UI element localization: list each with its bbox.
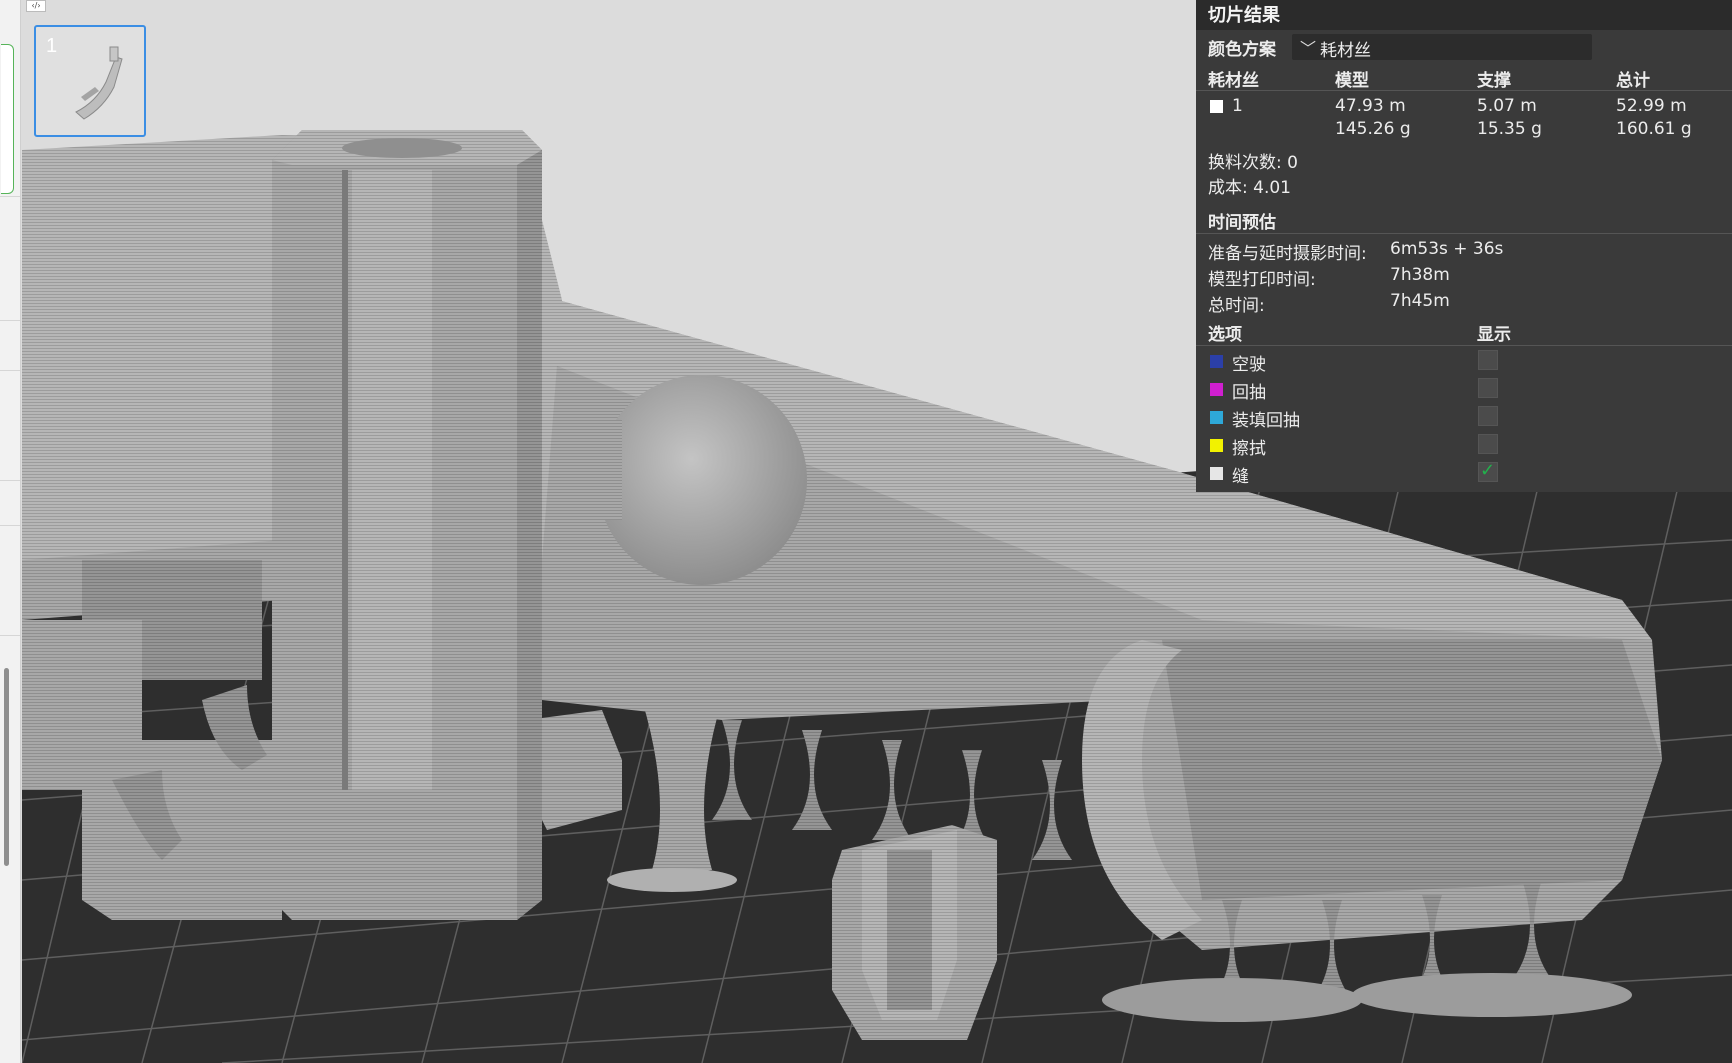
header-total: 总计 [1616, 71, 1650, 91]
deretraction-color-swatch [1210, 411, 1223, 424]
option-retraction-label: 回抽 [1232, 383, 1266, 403]
total-time-value: 7h45m [1390, 291, 1450, 311]
slice-result-title: 切片结果 [1208, 5, 1280, 26]
total-weight: 160.61 g [1616, 119, 1692, 139]
color-scheme-value: 耗材丝 [1320, 41, 1371, 61]
option-wipe-label: 擦拭 [1232, 439, 1266, 459]
wipe-color-swatch [1210, 439, 1223, 452]
header-model: 模型 [1335, 71, 1369, 91]
total-length: 52.99 m [1616, 96, 1687, 116]
cost: 成本: 4.01 [1208, 178, 1291, 198]
retraction-color-swatch [1210, 383, 1223, 396]
model-weight: 145.26 g [1335, 119, 1411, 139]
options-divider [1196, 345, 1732, 346]
support-weight: 15.35 g [1477, 119, 1542, 139]
prep-time-label: 准备与延时摄影时间: [1208, 244, 1367, 264]
plate-thumbnail-preview [75, 46, 123, 120]
panel-collapse-toggle[interactable]: ‹/› [26, 0, 46, 12]
sidebar-active-tab[interactable] [1, 44, 14, 194]
option-wipe-checkbox[interactable] [1478, 434, 1498, 454]
total-time-label: 总时间: [1208, 296, 1265, 316]
option-travel-label: 空驶 [1232, 355, 1266, 375]
sidebar-divider [0, 525, 20, 526]
time-divider [1196, 233, 1732, 234]
sidebar-divider [0, 196, 20, 197]
tall-tower-part [272, 130, 542, 920]
option-deretraction-label: 装填回抽 [1232, 411, 1300, 431]
header-filament: 耗材丝 [1208, 71, 1259, 91]
prep-time-value: 6m53s + 36s [1390, 239, 1504, 259]
support-length: 5.07 m [1477, 96, 1537, 116]
left-sidebar-strip [0, 0, 21, 1063]
option-travel-checkbox[interactable] [1478, 350, 1498, 370]
option-retraction-checkbox[interactable] [1478, 378, 1498, 398]
show-header: 显示 [1477, 325, 1511, 345]
color-scheme-dropdown[interactable]: ﹀ 耗材丝 [1292, 34, 1592, 61]
time-estimate-title: 时间预估 [1208, 213, 1276, 233]
header-support: 支撑 [1477, 71, 1511, 91]
options-header: 选项 [1208, 325, 1242, 345]
small-bracket-part [832, 825, 997, 1040]
sidebar-divider [0, 370, 20, 371]
sidebar-divider [0, 320, 20, 321]
model-print-time-label: 模型打印时间: [1208, 270, 1316, 290]
chevron-down-icon: ﹀ [1300, 39, 1317, 58]
option-seam-checkbox[interactable]: ✓ [1478, 460, 1498, 482]
filament-color-swatch [1210, 100, 1223, 113]
header-divider [1196, 90, 1732, 91]
model-length: 47.93 m [1335, 96, 1406, 116]
option-seam-label: 缝 [1232, 467, 1249, 487]
option-deretraction-checkbox[interactable] [1478, 406, 1498, 426]
seam-color-swatch [1210, 467, 1223, 480]
slice-result-panel: 切片结果 颜色方案 ﹀ 耗材丝 耗材丝 模型 支撑 总计 1 47.93 m 1… [1196, 0, 1732, 492]
filament-changes: 换料次数: 0 [1208, 153, 1298, 173]
color-scheme-label: 颜色方案 [1208, 40, 1276, 60]
filament-id: 1 [1232, 96, 1243, 116]
plate-thumbnail[interactable]: 1 [34, 25, 146, 137]
checkmark-icon: ✓ [1480, 460, 1496, 481]
sidebar-divider [0, 480, 20, 481]
sidebar-divider [0, 635, 20, 636]
sidebar-scrollbar[interactable] [4, 668, 9, 866]
model-print-time-value: 7h38m [1390, 265, 1450, 285]
travel-color-swatch [1210, 355, 1223, 368]
